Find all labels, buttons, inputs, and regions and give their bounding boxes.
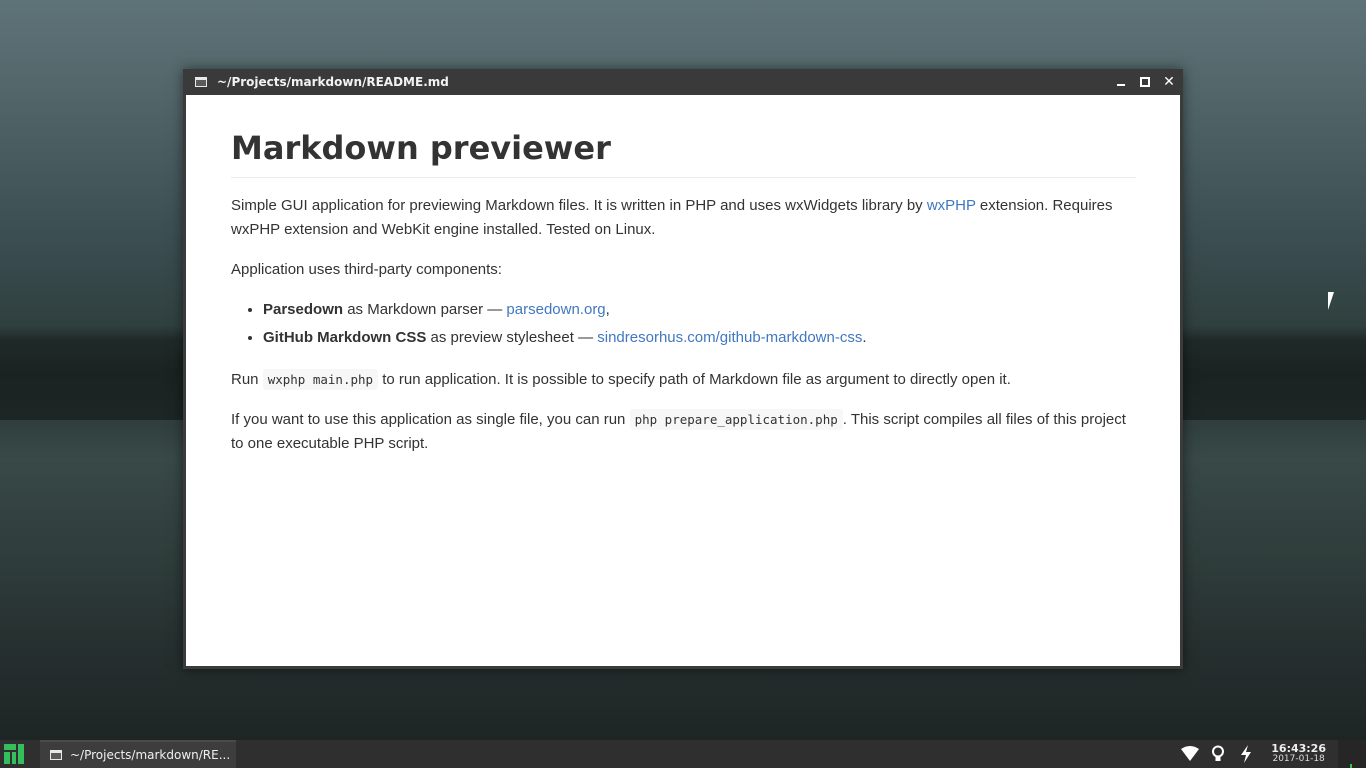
paragraph-components: Application uses third-party components: (231, 261, 502, 278)
page-title: Markdown previewer (231, 129, 1136, 178)
clock-date: 2017-01-18 (1272, 754, 1325, 764)
link-github-markdown-css[interactable]: sindresorhus.com/github-markdown-css (597, 329, 862, 346)
paragraph-run: Run wxphp main.php to run application. I… (231, 369, 1011, 390)
code-run-command: wxphp main.php (262, 369, 379, 390)
manjaro-logo-icon (4, 744, 24, 764)
list-item: Parsedown as Markdown parser — parsedown… (263, 296, 1136, 324)
window-app-icon (50, 750, 62, 760)
link-parsedown[interactable]: parsedown.org (506, 301, 605, 318)
markdown-previewer-window: ~/Projects/markdown/README.md ✕ Markdown… (183, 69, 1183, 669)
code-prepare-command: php prepare_application.php (629, 409, 843, 430)
bulb-icon[interactable] (1209, 745, 1227, 763)
list-item: GitHub Markdown CSS as preview styleshee… (263, 324, 1136, 352)
clock[interactable]: 16:43:26 2017-01-18 (1271, 743, 1326, 765)
system-tray: 16:43:26 2017-01-18 (1181, 740, 1366, 768)
window-titlebar[interactable]: ~/Projects/markdown/README.md ✕ (183, 69, 1183, 95)
taskbar: ~/Projects/markdown/RE... 16:43:26 2017-… (0, 740, 1366, 768)
taskbar-window-item[interactable]: ~/Projects/markdown/RE... (40, 740, 236, 768)
minimize-button[interactable] (1115, 76, 1127, 88)
preview-pane[interactable]: Markdown previewer Simple GUI applicatio… (186, 95, 1180, 666)
mouse-cursor-icon (1328, 292, 1340, 310)
start-menu-button[interactable] (0, 740, 28, 768)
markdown-body: Markdown previewer Simple GUI applicatio… (231, 129, 1136, 456)
close-button[interactable]: ✕ (1163, 75, 1175, 89)
components-list: Parsedown as Markdown parser — parsedown… (231, 296, 1136, 352)
window-title: ~/Projects/markdown/README.md (217, 75, 449, 89)
taskbar-window-label: ~/Projects/markdown/RE... (70, 748, 231, 762)
wifi-icon[interactable] (1181, 745, 1200, 763)
window-app-icon (195, 77, 207, 87)
paragraph-intro: Simple GUI application for previewing Ma… (231, 197, 1113, 238)
paragraph-single-file: If you want to use this application as s… (231, 409, 1126, 452)
link-wxphp[interactable]: wxPHP (927, 197, 976, 214)
power-icon[interactable] (1237, 745, 1255, 763)
clock-time: 16:43:26 (1271, 742, 1326, 755)
maximize-button[interactable] (1139, 76, 1151, 88)
window-controls: ✕ (1115, 69, 1175, 95)
cpu-monitor-graph[interactable] (1338, 740, 1366, 768)
